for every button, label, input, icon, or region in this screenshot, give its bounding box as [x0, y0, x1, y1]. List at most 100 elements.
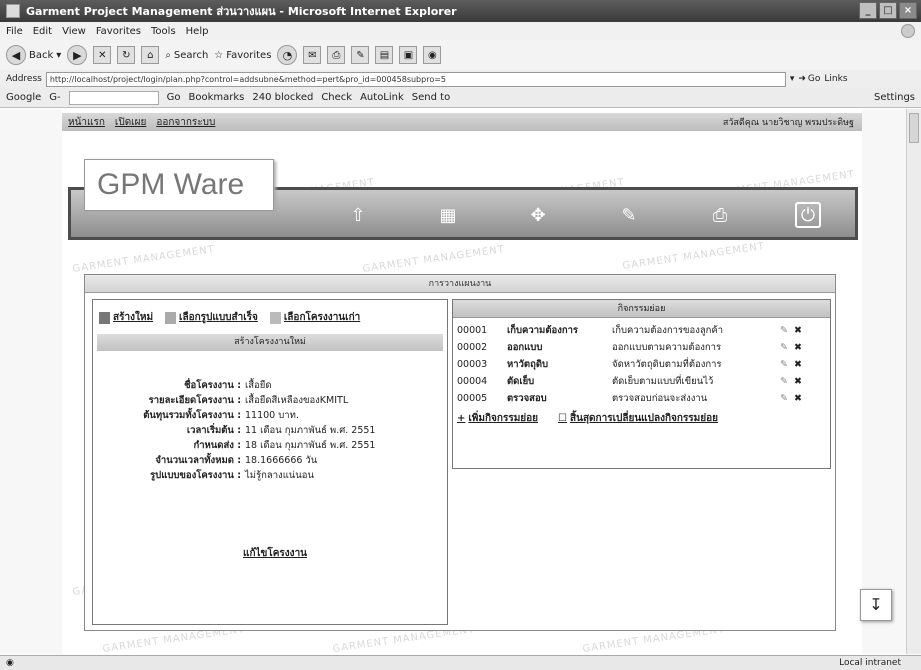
refresh-button[interactable]: ↻ [117, 46, 136, 64]
links-button[interactable]: Links [824, 74, 847, 84]
print-button[interactable]: ⎙ [327, 46, 346, 64]
autolink-button[interactable]: AutoLink [360, 92, 404, 103]
folder-icon [165, 311, 177, 324]
vertical-scrollbar[interactable] [906, 109, 921, 654]
research-button[interactable]: ◉ [423, 46, 442, 64]
power-icon[interactable]: ⏻ [795, 202, 821, 228]
task-description: ตัดเย็บตามแบบที่เขียนไว้ [612, 376, 714, 387]
detail-label: กำหนดส่ง : [193, 440, 241, 451]
go-button[interactable]: ➜ Go [798, 74, 820, 84]
project-details: ชื่อโครงงาน : เสื้อยืด รายละเอียดโครงงาน… [93, 378, 449, 483]
pen-icon[interactable]: ✎ [616, 202, 642, 228]
window-controls: _ □ × [859, 2, 917, 19]
panel-title: การวางแผนงาน [85, 275, 835, 293]
delete-icon[interactable]: ✖ [791, 373, 805, 390]
windows-logo-icon [901, 24, 915, 38]
detail-row: เวลาเริ่มต้น : 11 เดือน กุมภาพันธ์ พ.ศ. … [93, 423, 449, 438]
menu-help[interactable]: Help [186, 26, 209, 37]
history-button[interactable]: ◔ [277, 45, 298, 65]
menu-favorites[interactable]: Favorites [96, 26, 141, 37]
title-bar: Garment Project Management ส่วนวางแผน - … [0, 0, 921, 22]
discuss-button[interactable]: ▤ [375, 46, 394, 64]
detail-value: ไม่รู้กลางแน่นอน [245, 470, 315, 481]
go-arrow-icon: ➜ [798, 74, 806, 84]
menu-view[interactable]: View [62, 26, 86, 37]
detail-row: จำนวนเวลาทั้งหมด : 18.1666666 วัน [93, 453, 449, 468]
address-dropdown-icon[interactable]: ▾ [790, 74, 795, 84]
task-description: เก็บความต้องการของลูกค้า [612, 325, 724, 336]
page-status-icon: ◉ [6, 658, 14, 668]
search-button[interactable]: ⌕ Search [165, 50, 208, 61]
user-greeting: สวัสดีคุณ นายวิชาญ พรมประดิษฐ [722, 118, 854, 128]
window-title: Garment Project Management ส่วนวางแผน - … [26, 5, 457, 18]
select-old-project-link[interactable]: เลือกโครงงานเก่า [269, 310, 360, 325]
nav-link-home[interactable]: หน้าแรก [68, 115, 105, 130]
detail-label: เวลาเริ่มต้น : [186, 425, 241, 436]
edit-icon[interactable]: ✎ [777, 339, 791, 356]
detail-label: รายละเอียดโครงงาน : [148, 395, 241, 406]
google-toolbar: Google G- Go Bookmarks 240 blocked Check… [0, 88, 921, 108]
favorites-button[interactable]: ☆ Favorites [214, 50, 271, 61]
finish-changes-link[interactable]: ☐ สิ้นสุดการเปลี่ยนแปลงกิจกรรมย่อย [558, 411, 718, 426]
create-new-link[interactable]: สร้างใหม่ [99, 310, 153, 325]
address-label: Address [6, 74, 42, 84]
sendto-button[interactable]: Send to [412, 92, 450, 103]
address-input[interactable] [45, 71, 786, 87]
minimize-button[interactable]: _ [859, 2, 877, 19]
detail-row: ต้นทุนรวมทั้งโครงงาน : 11100 บาท. [93, 408, 449, 423]
create-project-header: สร้างโครงงานใหม่ [97, 334, 443, 351]
maximize-button[interactable]: □ [879, 2, 897, 19]
scrollbar-thumb[interactable] [909, 113, 919, 143]
upload-icon[interactable]: ⇧ [345, 202, 371, 228]
document-icon [99, 311, 110, 324]
edit-icon[interactable]: ✎ [777, 373, 791, 390]
edit-project-link[interactable]: แก้ไขโครงงาน [243, 546, 307, 561]
menu-edit[interactable]: Edit [33, 26, 52, 37]
watermark: GARMENT MANAGEMENT [621, 241, 766, 272]
task-links: + เพิ่มกิจกรรมย่อย ☐ สิ้นสุดการเปลี่ยนแป… [457, 411, 718, 426]
archive-icon [269, 311, 281, 324]
close-button[interactable]: × [899, 2, 917, 19]
table-row: 00004 ตัดเย็บ ตัดเย็บตามแบบที่เขียนไว้ ✎… [457, 373, 827, 390]
edit-page-button[interactable]: ✎ [351, 46, 370, 64]
detail-value: 18.1666666 วัน [245, 455, 318, 466]
table-row: 00002 ออกแบบ ออกแบบตามความต้องการ ✎ ✖ [457, 339, 827, 356]
chart-icon[interactable]: ▦ [435, 202, 461, 228]
bookmarks-button[interactable]: Bookmarks [189, 92, 245, 103]
task-code: 00002 [457, 342, 488, 353]
forward-button[interactable]: ▶ [67, 45, 88, 65]
delete-icon[interactable]: ✖ [791, 322, 805, 339]
detail-label: รูปแบบของโครงงาน : [150, 470, 241, 481]
google-menu[interactable]: G- [49, 92, 60, 103]
delete-icon[interactable]: ✖ [791, 356, 805, 373]
watermark: GARMENT MANAGEMENT [361, 244, 506, 275]
back-button[interactable]: ◀ Back ▾ [6, 45, 61, 65]
stop-button[interactable]: ✕ [93, 46, 112, 64]
menu-file[interactable]: File [6, 26, 23, 37]
tasks-box: กิจกรรมย่อย 00001 เก็บความต้องการ เก็บคว… [452, 299, 831, 469]
check-button[interactable]: Check [321, 92, 352, 103]
google-search-input[interactable] [68, 90, 159, 105]
edit-icon[interactable]: ✎ [777, 390, 791, 407]
nav-link-publish[interactable]: เปิดเผย [115, 115, 146, 130]
delete-icon[interactable]: ✖ [791, 339, 805, 356]
messenger-button[interactable]: ▣ [399, 46, 418, 64]
detail-row: รูปแบบของโครงงาน : ไม่รู้กลางแน่นอน [93, 468, 449, 483]
scroll-down-icon[interactable]: ↧ [860, 589, 892, 621]
google-go-button[interactable]: Go [167, 92, 181, 103]
planning-panel: การวางแผนงาน สร้างใหม่ เลือกรูปแบบสำเร็จ… [84, 274, 836, 631]
home-button[interactable]: ⌂ [141, 46, 160, 64]
nav-link-logout[interactable]: ออกจากระบบ [156, 115, 215, 130]
menu-tools[interactable]: Tools [151, 26, 176, 37]
delete-icon[interactable]: ✖ [791, 390, 805, 407]
settings-button[interactable]: Settings [874, 92, 915, 103]
edit-icon[interactable]: ✎ [777, 322, 791, 339]
select-template-link[interactable]: เลือกรูปแบบสำเร็จ [165, 310, 258, 325]
popup-blocked-button[interactable]: 240 blocked [252, 92, 313, 103]
mail-button[interactable]: ✉ [303, 46, 322, 64]
printer-icon[interactable]: ⎙ [707, 202, 733, 228]
team-icon[interactable]: ✥ [525, 202, 551, 228]
add-task-link[interactable]: + เพิ่มกิจกรรมย่อย [457, 411, 538, 426]
status-bar: ◉ Local intranet [0, 655, 921, 670]
edit-icon[interactable]: ✎ [777, 356, 791, 373]
